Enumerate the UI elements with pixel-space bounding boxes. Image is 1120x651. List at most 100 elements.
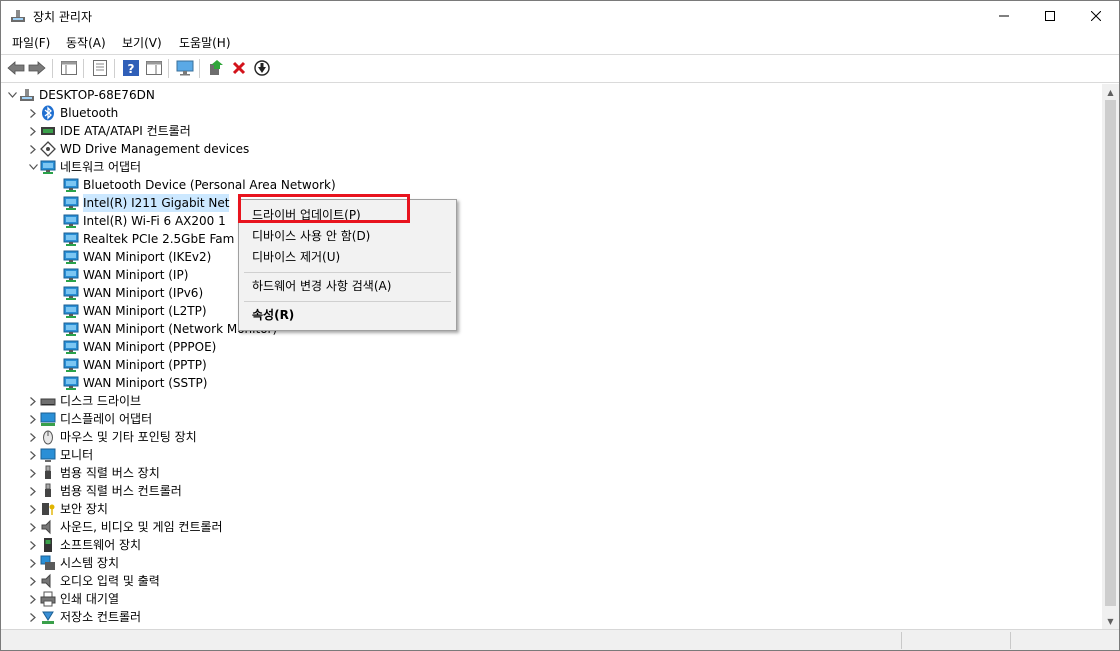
tree-device-network[interactable]: WAN Miniport (PPTP) (63, 356, 207, 374)
chevron-right-icon[interactable] (26, 554, 40, 572)
tree-category[interactable]: WD Drive Management devices (26, 140, 249, 158)
tree-item-label: WAN Miniport (PPTP) (83, 358, 207, 372)
chevron-down-icon[interactable] (26, 158, 40, 176)
network-icon (63, 285, 79, 301)
tree-item-label: Intel(R) I211 Gigabit Net (83, 194, 230, 212)
title-bar: 장치 관리자 (1, 1, 1119, 31)
tree-device-network[interactable]: WAN Miniport (PPPOE) (63, 338, 216, 356)
chevron-right-icon[interactable] (26, 104, 40, 122)
chevron-right-icon[interactable] (26, 392, 40, 410)
network-icon (63, 177, 79, 193)
tree-device-network[interactable]: Intel(R) Wi-Fi 6 AX200 1 (63, 212, 226, 230)
tree-category[interactable]: 인쇄 대기열 (26, 590, 119, 608)
tree-item-label: 인쇄 대기열 (60, 592, 120, 606)
chevron-right-icon[interactable] (26, 140, 40, 158)
tree-device-network[interactable]: Realtek PCIe 2.5GbE Fam (63, 230, 234, 248)
tree-category[interactable]: Bluetooth (26, 104, 118, 122)
scan-hardware-menu-item[interactable]: 하드웨어 변경 사항 검색(A) (252, 276, 391, 296)
tree-category[interactable]: 시스템 장치 (26, 554, 119, 572)
chevron-right-icon[interactable] (26, 122, 40, 140)
tree-item-label: WAN Miniport (IP) (83, 268, 189, 282)
chevron-right-icon[interactable] (26, 572, 40, 590)
device-manager-window: 장치 관리자 파일(F) 동작(A) 보기(V) 도움말(H) ? DESKTO… (0, 0, 1120, 651)
tree-category[interactable]: 범용 직렬 버스 컨트롤러 (26, 482, 182, 500)
chevron-right-icon[interactable] (26, 536, 40, 554)
tree-device-network[interactable]: WAN Miniport (L2TP) (63, 302, 207, 320)
menu-file[interactable]: 파일(F) (12, 34, 50, 51)
tree-item-label: 디스플레이 어댑터 (60, 412, 153, 426)
chevron-right-icon[interactable] (26, 590, 40, 608)
tree-category[interactable]: 디스크 드라이브 (26, 392, 141, 410)
tree-category[interactable]: 오디오 입력 및 출력 (26, 572, 160, 590)
chevron-right-icon[interactable] (26, 500, 40, 518)
svg-text:?: ? (128, 62, 135, 76)
tree-item-label: 범용 직렬 버스 컨트롤러 (60, 484, 182, 498)
vertical-scrollbar[interactable]: ▲ ▼ (1102, 84, 1119, 629)
chevron-right-icon[interactable] (26, 464, 40, 482)
ide-controller-icon (40, 123, 56, 139)
mouse-icon (40, 429, 56, 445)
properties-menu-item[interactable]: 속성(R) (252, 305, 294, 325)
device-tree[interactable]: DESKTOP-68E76DN Bluetooth IDE ATA/ATAPI 컨트… (1, 84, 1101, 629)
tree-category[interactable]: 범용 직렬 버스 장치 (26, 464, 160, 482)
tree-item-label: WAN Miniport (IKEv2) (83, 250, 212, 264)
chevron-right-icon[interactable] (26, 608, 40, 626)
chevron-right-icon[interactable] (26, 482, 40, 500)
chevron-right-icon[interactable] (26, 446, 40, 464)
speaker-icon (40, 573, 56, 589)
properties-icon[interactable] (91, 59, 109, 77)
disable-device-menu-item[interactable]: 디바이스 사용 안 함(D) (252, 226, 370, 246)
tree-category[interactable]: 모니터 (26, 446, 93, 464)
scroll-up-icon[interactable]: ▲ (1102, 84, 1119, 100)
tree-category[interactable]: 마우스 및 기타 포인팅 장치 (26, 428, 197, 446)
close-button[interactable] (1073, 1, 1119, 31)
help-icon[interactable]: ? (122, 59, 140, 77)
chevron-right-icon[interactable] (26, 518, 40, 536)
chevron-right-icon[interactable] (26, 428, 40, 446)
chevron-down-icon[interactable] (5, 86, 19, 104)
close-icon (1091, 11, 1101, 21)
chevron-right-icon[interactable] (26, 410, 40, 428)
tree-category[interactable]: IDE ATA/ATAPI 컨트롤러 (26, 122, 191, 140)
network-icon (63, 267, 79, 283)
tree-device-network[interactable]: Bluetooth Device (Personal Area Network) (63, 176, 336, 194)
tree-category-network-adapters[interactable]: 네트워크 어댑터 (26, 158, 141, 176)
network-icon (63, 213, 79, 229)
tree-category[interactable]: 사운드, 비디오 및 게임 컨트롤러 (26, 518, 223, 536)
back-icon[interactable] (7, 59, 25, 77)
menu-help[interactable]: 도움말(H) (179, 34, 231, 51)
forward-icon[interactable] (28, 59, 46, 77)
tree-item-label: Bluetooth (60, 106, 119, 120)
tree-category[interactable]: 저장소 컨트롤러 (26, 608, 141, 626)
tree-category[interactable]: 소프트웨어 장치 (26, 536, 141, 554)
tree-item-label: DESKTOP-68E76DN (39, 88, 155, 102)
tree-root-computer[interactable]: DESKTOP-68E76DN (5, 86, 155, 104)
menu-action[interactable]: 동작(A) (66, 34, 106, 51)
scrollbar-thumb[interactable] (1105, 100, 1116, 606)
tree-item-label: WAN Miniport (IPv6) (83, 286, 204, 300)
printer-icon (40, 591, 56, 607)
tree-device-network[interactable]: WAN Miniport (IP) (63, 266, 188, 284)
update-driver-icon[interactable] (207, 59, 225, 77)
uninstall-icon[interactable] (230, 59, 248, 77)
monitor-scan-icon[interactable] (176, 59, 194, 77)
system-device-icon (40, 555, 56, 571)
tree-item-label: 네트워크 어댑터 (60, 160, 142, 174)
tree-item-label: 소프트웨어 장치 (60, 538, 142, 552)
scroll-down-icon[interactable]: ▼ (1102, 613, 1119, 629)
tree-category[interactable]: 보안 장치 (26, 500, 108, 518)
tree-device-network[interactable]: WAN Miniport (SSTP) (63, 374, 207, 392)
tree-device-network[interactable]: WAN Miniport (IPv6) (63, 284, 203, 302)
window-title: 장치 관리자 (33, 10, 93, 24)
show-hide-tree-icon[interactable] (60, 59, 78, 77)
network-icon (63, 231, 79, 247)
menu-view[interactable]: 보기(V) (122, 34, 162, 51)
disable-icon[interactable] (253, 59, 271, 77)
tree-category[interactable]: 디스플레이 어댑터 (26, 410, 152, 428)
tree-device-network[interactable]: Intel(R) I211 Gigabit Net (63, 194, 230, 212)
maximize-button[interactable] (1027, 1, 1073, 31)
uninstall-device-menu-item[interactable]: 디바이스 제거(U) (252, 247, 340, 267)
action-pane-icon[interactable] (145, 59, 163, 77)
minimize-button[interactable] (981, 1, 1027, 31)
tree-device-network[interactable]: WAN Miniport (IKEv2) (63, 248, 211, 266)
